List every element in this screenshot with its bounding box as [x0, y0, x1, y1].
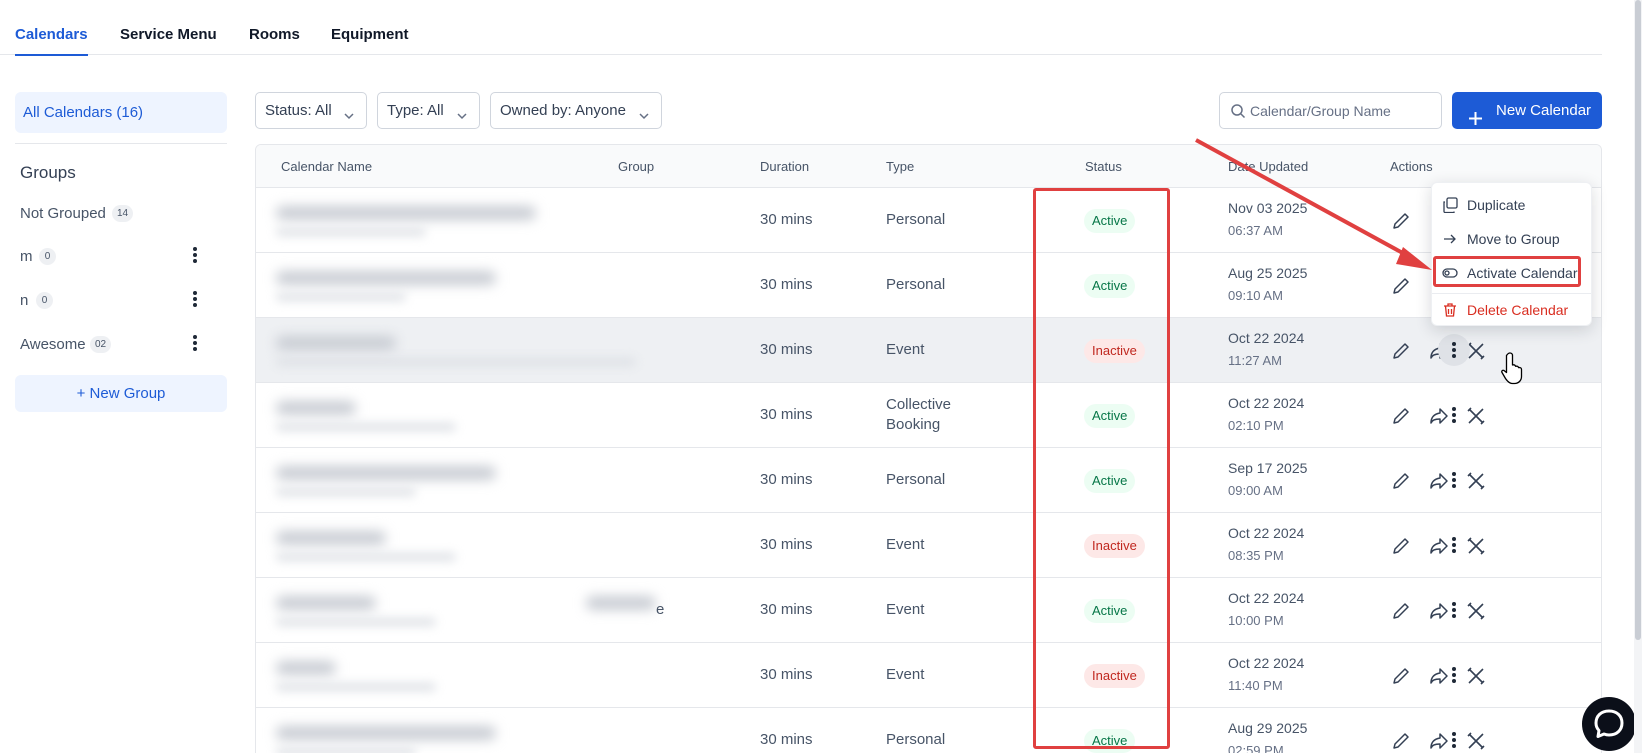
annotation-arrow-icon [1195, 138, 1432, 270]
page-scrollbar[interactable] [1634, 0, 1642, 753]
chat-bubble-icon [1594, 709, 1624, 738]
scrollbar-thumb[interactable] [1635, 0, 1641, 640]
page: Calendars Service Menu Rooms Equipment A… [0, 0, 1642, 753]
hand-cursor-icon [1501, 352, 1523, 385]
chat-launcher-button[interactable] [1582, 697, 1636, 751]
